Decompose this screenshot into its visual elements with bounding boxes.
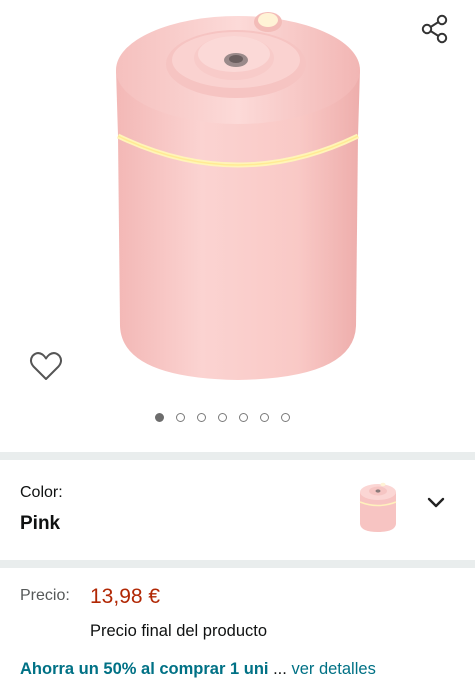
section-divider — [0, 452, 475, 460]
image-gallery[interactable] — [0, 0, 475, 452]
pagination-dot[interactable] — [197, 413, 206, 422]
price-section: Precio: 13,98 € Precio final del product… — [0, 569, 475, 687]
promotion-text: Ahorra un 50% al comprar 1 uni — [20, 660, 269, 678]
product-image[interactable] — [110, 8, 366, 388]
promotion-banner[interactable]: Ahorra un 50% al comprar 1 uni ... ver d… — [20, 660, 376, 679]
pagination-dot[interactable] — [281, 413, 290, 422]
color-variant-selector[interactable]: Color: Pink — [0, 462, 475, 560]
chevron-down-icon[interactable] — [426, 496, 446, 510]
price-note: Precio final del producto — [90, 622, 268, 640]
pagination-dot[interactable] — [155, 413, 164, 422]
heart-outline-icon — [30, 352, 62, 380]
pagination-dot[interactable] — [218, 413, 227, 422]
pagination-dot[interactable] — [176, 413, 185, 422]
share-icon — [421, 14, 448, 44]
pagination-dot[interactable] — [260, 413, 269, 422]
share-button[interactable] — [418, 12, 452, 46]
image-pagination — [155, 413, 290, 422]
section-divider — [0, 560, 475, 568]
pagination-dot[interactable] — [239, 413, 248, 422]
color-swatch-thumbnail[interactable] — [354, 478, 402, 534]
price-label: Precio: — [20, 587, 70, 604]
selected-color-value: Pink — [20, 513, 61, 534]
see-details-link[interactable]: ver detalles — [291, 660, 375, 678]
price-value: 13,98 € — [90, 585, 161, 608]
add-to-wishlist-button[interactable] — [28, 348, 64, 384]
color-label: Color: — [20, 484, 63, 501]
promotion-ellipsis: ... — [273, 660, 287, 678]
